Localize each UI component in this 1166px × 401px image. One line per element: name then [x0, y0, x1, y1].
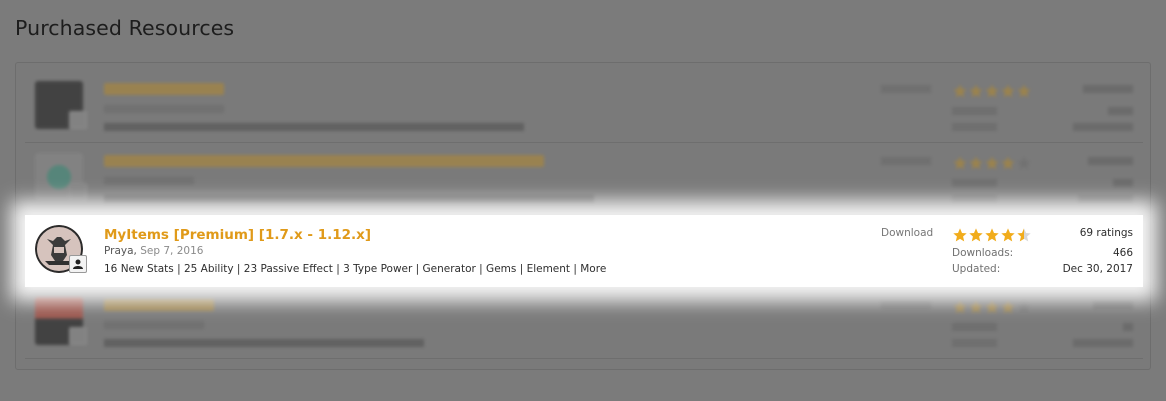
- resource-title[interactable]: [104, 83, 224, 95]
- resource-meta: [104, 105, 224, 113]
- resource-description: [104, 123, 524, 131]
- resource-row[interactable]: [25, 287, 1143, 359]
- resource-date: Sep 7, 2016: [140, 245, 204, 257]
- updated-label: Updated:: [952, 263, 1001, 275]
- download-link[interactable]: [881, 157, 931, 165]
- downloads-value: [1123, 323, 1133, 331]
- updated-label: [952, 195, 997, 203]
- download-link[interactable]: Download: [881, 227, 933, 239]
- downloads-value: [1108, 107, 1133, 115]
- updated-label: [952, 339, 997, 347]
- user-icon[interactable]: [69, 255, 87, 273]
- page-title: Purchased Resources: [15, 16, 235, 40]
- star-icon: [1001, 228, 1015, 242]
- half-star-icon: [1017, 228, 1031, 242]
- updated-value: Dec 30, 2017: [1062, 263, 1133, 275]
- resource-list: MyItems [Premium] [1.7.x - 1.12.x] Praya…: [15, 62, 1151, 370]
- download-link[interactable]: [881, 301, 931, 309]
- star-icon: [969, 228, 983, 242]
- ratings-count: [1088, 157, 1133, 165]
- resource-meta: Praya, Sep 7, 2016: [104, 245, 203, 257]
- user-icon: [69, 183, 87, 201]
- downloads-label: [952, 323, 997, 331]
- download-link[interactable]: [881, 85, 931, 93]
- updated-value: [1078, 195, 1133, 203]
- resource-description: 16 New Stats | 25 Ability | 23 Passive E…: [104, 263, 607, 275]
- ratings-count: [1093, 301, 1133, 309]
- downloads-label: Downloads:: [952, 247, 1014, 259]
- updated-value: [1073, 123, 1133, 131]
- ratings-count: [1083, 85, 1133, 93]
- resource-row[interactable]: [25, 71, 1143, 143]
- user-icon: [69, 111, 87, 129]
- star-icon: [953, 228, 967, 242]
- resource-title[interactable]: MyItems [Premium] [1.7.x - 1.12.x]: [104, 227, 371, 243]
- downloads-value: [1113, 179, 1133, 187]
- rating-stars: [952, 155, 1032, 171]
- rating-stars: [952, 83, 1032, 99]
- rating-stars: [952, 227, 1032, 243]
- resource-meta: [104, 321, 204, 329]
- rating-stars: [952, 299, 1032, 315]
- ratings-count: 69 ratings: [1079, 227, 1133, 239]
- updated-value: [1073, 339, 1133, 347]
- downloads-value: 466: [1112, 247, 1133, 259]
- resource-title[interactable]: [104, 155, 544, 167]
- resource-row[interactable]: [25, 143, 1143, 215]
- resource-description: [104, 339, 424, 347]
- star-icon: [985, 228, 999, 242]
- user-icon: [69, 327, 87, 345]
- resource-meta: [104, 177, 194, 185]
- updated-label: [952, 123, 997, 131]
- downloads-label: [952, 179, 997, 187]
- resource-description: [104, 195, 594, 203]
- resource-title[interactable]: [104, 299, 214, 311]
- resource-row[interactable]: MyItems [Premium] [1.7.x - 1.12.x] Praya…: [25, 215, 1143, 287]
- downloads-label: [952, 107, 997, 115]
- author-link[interactable]: Praya: [104, 245, 134, 257]
